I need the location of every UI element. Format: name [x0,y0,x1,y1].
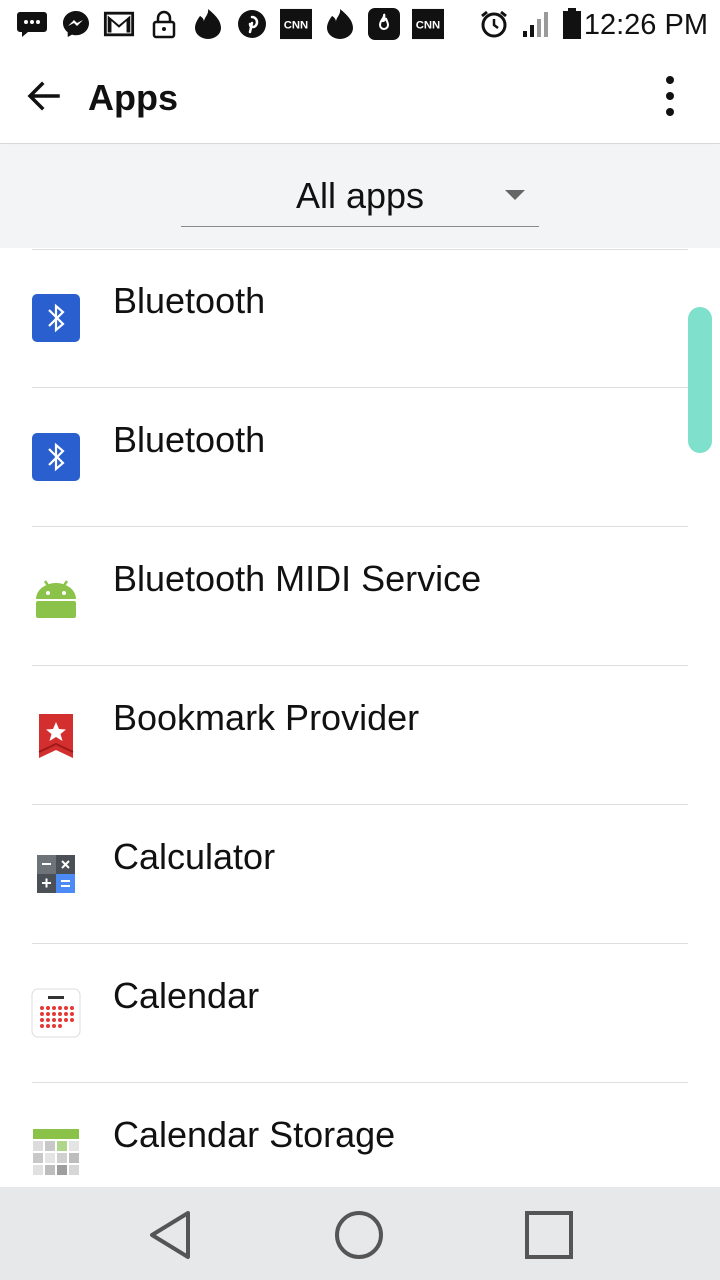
cnn-icon: CNN [412,8,444,40]
list-item[interactable]: Bluetooth [0,249,720,388]
tinder-icon [192,8,224,40]
more-vert-icon [666,76,674,116]
status-bar: CNN CNN 12:26 PM [0,0,720,50]
bookmark-icon [31,710,81,760]
calendar-storage-icon [31,1127,81,1177]
arrow-back-icon [27,81,60,111]
app-name: Bluetooth [113,419,266,460]
gmail-icon [103,8,135,40]
nav-home-icon [335,1211,383,1259]
app-name: Calculator [113,836,276,877]
calendar-icon [31,988,81,1038]
app-name: Calendar Storage [113,1114,396,1155]
hot-app-icon [368,8,400,40]
app-name: Calendar [113,975,260,1016]
scrollbar-thumb[interactable] [688,307,712,453]
nav-recents-icon [525,1211,573,1259]
more-options-button[interactable] [646,72,694,120]
status-time: 12:26 PM [583,9,708,41]
list-item[interactable]: Calculator [0,805,720,944]
filter-bar: All apps [0,145,720,248]
app-name: Bluetooth MIDI Service [113,558,482,599]
filter-selected-value: All apps [295,175,425,216]
triangle-down-icon [505,190,525,200]
nav-home-button[interactable] [331,1207,387,1263]
android-icon [31,571,81,621]
signal-icon [520,8,552,40]
list-item[interactable]: Bluetooth MIDI Service [0,527,720,666]
nav-recents-button[interactable] [521,1207,577,1263]
pinterest-icon [236,8,268,40]
svg-text:CNN: CNN [284,20,308,32]
app-bar: Apps [0,50,720,144]
messenger-icon [60,8,92,40]
lock-icon [148,8,180,40]
svg-text:CNN: CNN [416,20,440,32]
page-title: Apps [88,77,178,118]
list-item[interactable]: Calendar Storage [0,1083,720,1187]
bluetooth-icon [31,432,81,482]
calculator-icon [31,849,81,899]
apps-filter-dropdown[interactable]: All apps [181,171,539,227]
list-item[interactable]: Bookmark Provider [0,666,720,805]
app-list[interactable]: Bluetooth Bluetooth Bluetooth MIDI Servi… [0,249,720,1187]
list-item[interactable]: Bluetooth [0,388,720,527]
cnn-icon: CNN [280,8,312,40]
back-button[interactable] [20,72,68,120]
navigation-bar [0,1187,720,1280]
list-item[interactable]: Calendar [0,944,720,1083]
alarm-icon [478,8,510,40]
app-name: Bluetooth [113,280,266,321]
messages-icon [16,8,48,40]
nav-back-icon [150,1211,190,1259]
tinder-icon [324,8,356,40]
app-name: Bookmark Provider [113,697,420,738]
bluetooth-icon [31,293,81,343]
nav-back-button[interactable] [142,1207,198,1263]
